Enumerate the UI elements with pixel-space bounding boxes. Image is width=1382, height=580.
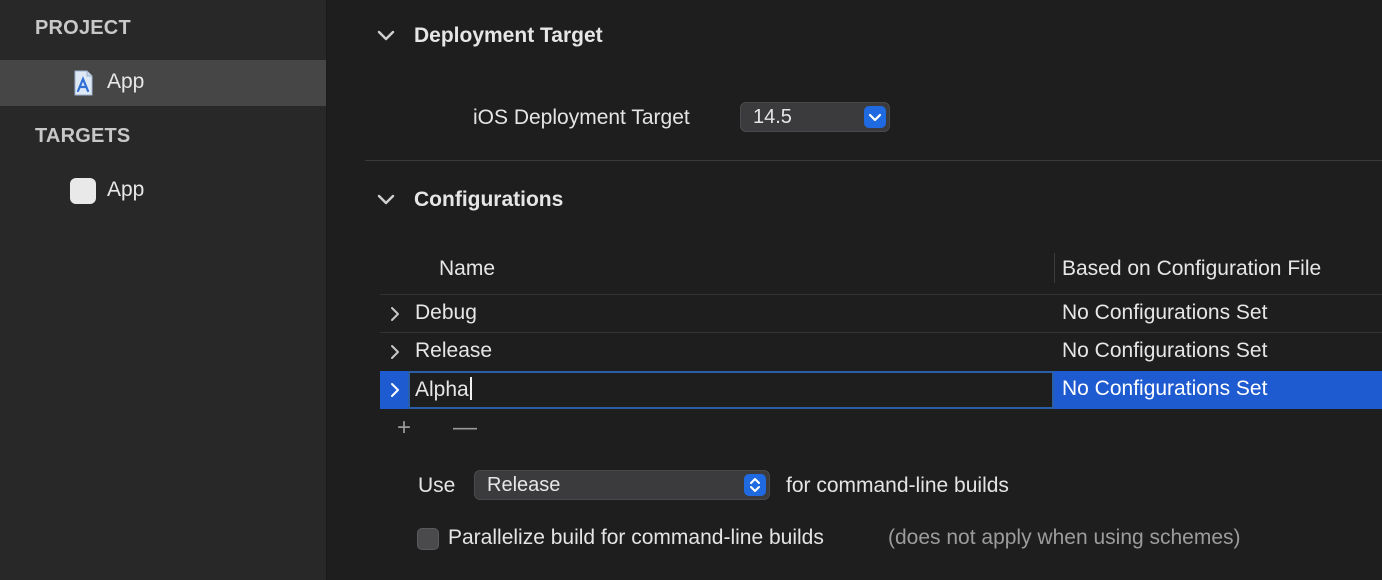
remove-configuration-button[interactable]: — bbox=[453, 414, 477, 442]
config-name: Alpha bbox=[415, 377, 472, 402]
config-name: Release bbox=[415, 339, 493, 362]
sidebar-item-project-app[interactable]: App bbox=[0, 60, 326, 106]
column-separator bbox=[1054, 253, 1055, 283]
targets-section-header: TARGETS bbox=[35, 125, 131, 147]
use-label: Use bbox=[418, 474, 456, 497]
column-header-name[interactable]: Name bbox=[439, 257, 495, 281]
parallelize-label[interactable]: Parallelize build for command-line build… bbox=[448, 526, 824, 550]
config-based-on: No Configurations Set bbox=[1062, 339, 1268, 362]
config-based-on: No Configurations Set bbox=[1062, 377, 1268, 400]
chevron-right-icon[interactable] bbox=[388, 343, 402, 361]
ios-deployment-target-label: iOS Deployment Target bbox=[473, 106, 690, 129]
parallelize-checkbox[interactable] bbox=[417, 528, 439, 550]
table-row-alpha[interactable]: Alpha No Configurations Set bbox=[380, 371, 1382, 409]
text-caret bbox=[469, 377, 472, 400]
app-target-icon bbox=[70, 178, 96, 204]
deployment-target-title: Deployment Target bbox=[414, 24, 603, 47]
table-row-release[interactable]: Release No Configurations Set bbox=[380, 333, 1382, 371]
sidebar-item-target-app[interactable]: App bbox=[0, 168, 326, 214]
chevron-right-icon[interactable] bbox=[388, 305, 402, 323]
table-row-debug[interactable]: Debug No Configurations Set bbox=[380, 295, 1382, 333]
ios-deployment-target-value: 14.5 bbox=[753, 106, 792, 128]
command-line-suffix: for command-line builds bbox=[786, 474, 1009, 497]
command-line-config-value: Release bbox=[487, 474, 561, 496]
deployment-disclosure-chevron-down-icon[interactable] bbox=[376, 26, 396, 46]
column-header-based-on[interactable]: Based on Configuration File bbox=[1062, 257, 1321, 281]
config-name-edit-field[interactable] bbox=[408, 371, 1054, 409]
up-down-chevron-icon bbox=[744, 474, 766, 496]
config-based-on: No Configurations Set bbox=[1062, 301, 1268, 324]
main-panel: Deployment Target iOS Deployment Target … bbox=[327, 0, 1382, 580]
chevron-down-icon bbox=[864, 106, 886, 128]
ios-deployment-target-popup[interactable]: 14.5 bbox=[740, 102, 890, 132]
section-divider bbox=[365, 160, 1382, 161]
add-configuration-button[interactable]: + bbox=[397, 414, 411, 442]
project-section-header: PROJECT bbox=[35, 17, 131, 39]
project-file-icon bbox=[70, 70, 96, 96]
chevron-right-icon[interactable] bbox=[388, 381, 402, 399]
sidebar-item-label: App bbox=[107, 70, 145, 93]
configurations-title: Configurations bbox=[414, 188, 564, 211]
sidebar-item-label: App bbox=[107, 178, 145, 201]
command-line-config-popup[interactable]: Release bbox=[474, 470, 770, 500]
sidebar: PROJECT App TARGETS App bbox=[0, 0, 326, 580]
configurations-disclosure-chevron-down-icon[interactable] bbox=[376, 190, 396, 210]
config-name: Debug bbox=[415, 301, 477, 324]
parallelize-note: (does not apply when using schemes) bbox=[888, 526, 1241, 549]
